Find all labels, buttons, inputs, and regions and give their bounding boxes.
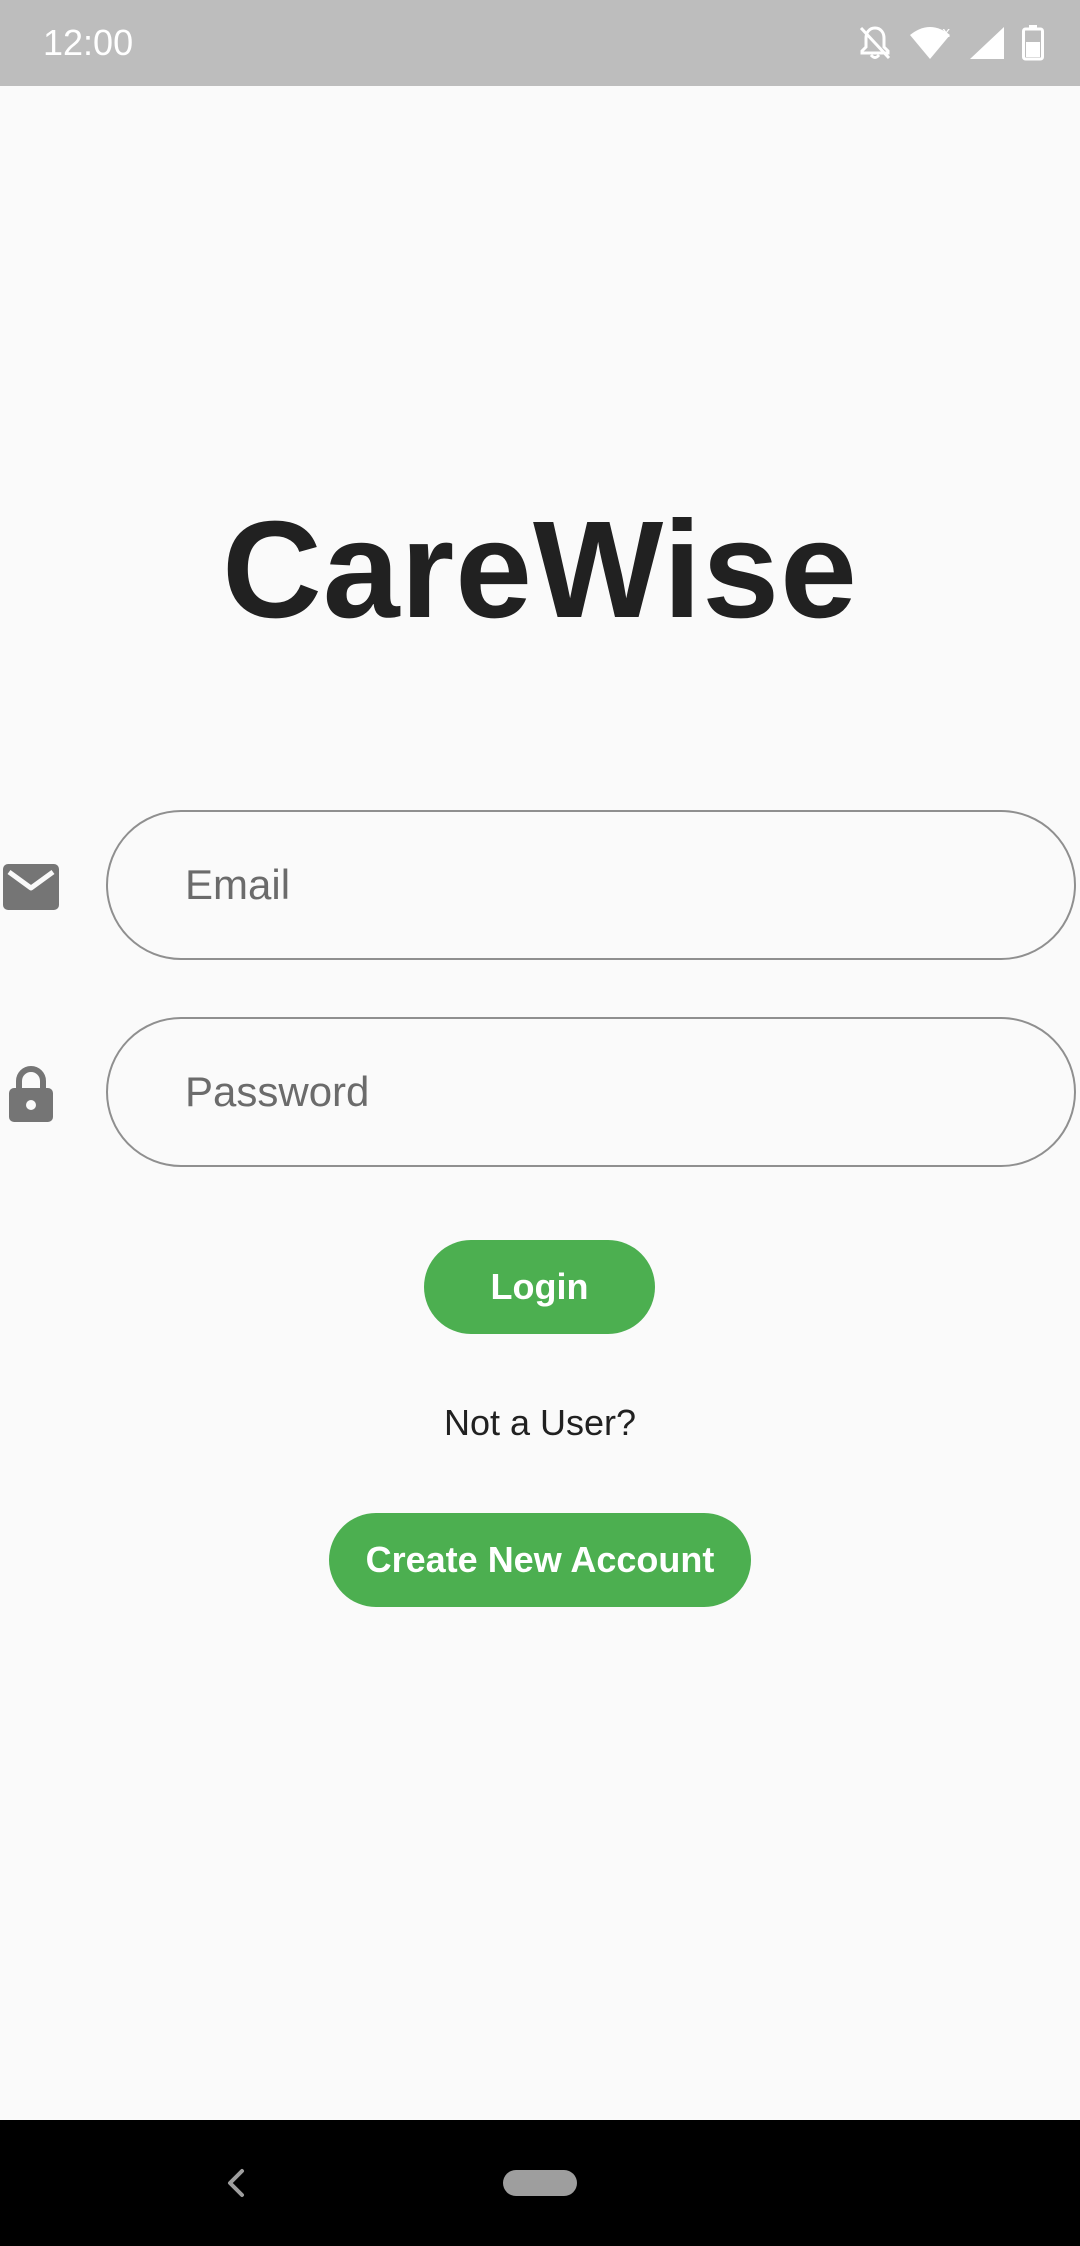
status-icons: x <box>858 21 1044 65</box>
app-title: CareWise <box>222 493 858 647</box>
password-field[interactable] <box>106 1017 1076 1167</box>
home-pill-icon[interactable] <box>503 2170 577 2196</box>
status-bar: 12:00 x <box>0 0 1080 86</box>
login-screen: 12:00 x CareWise Email Login Not a User?… <box>0 0 1080 2246</box>
create-account-button[interactable]: Create New Account <box>329 1513 751 1607</box>
status-time: 12:00 <box>43 22 134 63</box>
lock-icon <box>0 1063 62 1125</box>
wifi-icon: x <box>908 25 952 61</box>
svg-text:x: x <box>942 25 950 41</box>
email-input[interactable] <box>185 861 1005 909</box>
navigation-bar <box>0 2120 1080 2246</box>
battery-icon <box>1022 25 1044 61</box>
notifications-off-icon <box>858 25 892 61</box>
login-button[interactable]: Login <box>424 1240 655 1334</box>
back-icon[interactable] <box>218 2160 254 2206</box>
email-field[interactable] <box>106 810 1076 960</box>
email-icon <box>0 856 62 918</box>
cell-signal-icon <box>968 25 1006 61</box>
password-input[interactable] <box>185 1068 1005 1116</box>
not-user-text: Not a User? <box>443 1402 637 1443</box>
